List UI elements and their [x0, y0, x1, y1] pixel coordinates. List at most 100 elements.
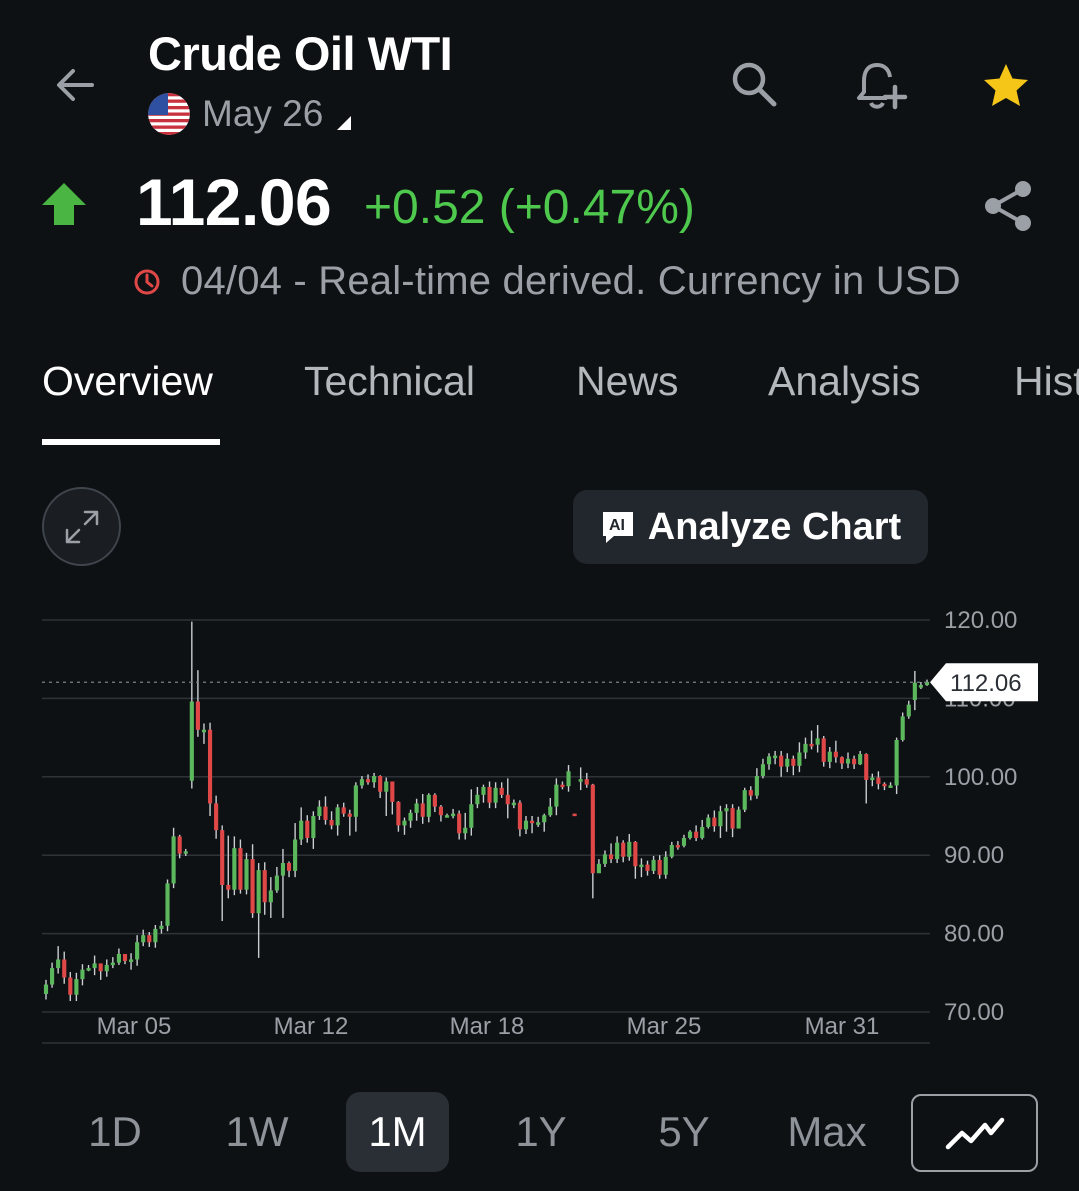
range-1y-button[interactable]: 1Y [496, 1092, 586, 1172]
candle-body [43, 984, 49, 994]
candle [736, 806, 741, 829]
candle [876, 771, 881, 790]
candle [566, 765, 571, 792]
analyze-chart-label: Analyze Chart [647, 505, 902, 548]
candle-body [353, 785, 358, 817]
candle-body [554, 784, 559, 807]
candle [98, 963, 103, 980]
candle-body [323, 806, 328, 820]
candle-body [135, 942, 140, 960]
candle [712, 810, 717, 832]
candle-body [560, 784, 565, 788]
candle-body [773, 755, 778, 759]
candle [207, 722, 213, 816]
search-button[interactable] [728, 58, 780, 110]
range-1d-button[interactable]: 1D [70, 1092, 160, 1172]
candle [584, 772, 589, 788]
candle [511, 799, 516, 809]
candle-body [578, 779, 583, 782]
candle-body [311, 816, 316, 838]
candle [268, 877, 273, 918]
add-alert-button[interactable] [852, 56, 910, 114]
candle [426, 793, 431, 823]
candle-body [663, 856, 668, 875]
range-1m-button[interactable]: 1M [346, 1092, 449, 1172]
tab-technical[interactable]: Technical [304, 358, 475, 405]
candle-body [384, 781, 389, 792]
candle [633, 841, 638, 879]
candle-body [864, 754, 869, 780]
candle [827, 747, 832, 769]
candle-body [220, 830, 225, 885]
candle [675, 841, 680, 850]
candle-body [633, 841, 638, 867]
price-up-arrow-icon [42, 183, 86, 225]
candle [754, 768, 759, 799]
price-chart[interactable]: 120.00110.00100.0090.0080.0070.00 Mar 05… [0, 600, 1079, 1060]
candle [110, 957, 115, 969]
candle [657, 855, 662, 879]
candle-body [432, 794, 437, 807]
favorite-button[interactable] [980, 60, 1032, 112]
analyze-chart-button[interactable]: AI Analyze Chart [573, 490, 928, 564]
range-5y-button[interactable]: 5Y [639, 1092, 729, 1172]
candle [68, 972, 73, 1002]
range-max-button[interactable]: Max [776, 1092, 878, 1172]
candle-body [153, 928, 158, 943]
candle-body [451, 813, 456, 817]
candle-body [396, 801, 401, 826]
share-button[interactable] [978, 176, 1038, 236]
candle [651, 855, 656, 875]
candle-body [74, 979, 79, 995]
candle [499, 782, 504, 798]
candle-body [420, 803, 425, 817]
expand-chart-button[interactable] [42, 487, 121, 566]
candle [451, 808, 456, 819]
candle [341, 802, 346, 817]
tab-historical[interactable]: Hist [1014, 358, 1079, 405]
clock-icon [134, 269, 160, 295]
candle-body [572, 813, 577, 817]
candle-body [803, 743, 808, 753]
tab-overview[interactable]: Overview [42, 358, 213, 405]
candle [742, 787, 747, 813]
section-tabs: Overview Technical News Analysis Hist [0, 352, 1079, 448]
candle [615, 836, 620, 864]
bell-plus-icon [857, 63, 908, 110]
candle-body [918, 685, 923, 688]
candle [536, 816, 541, 827]
candle-body [785, 758, 790, 767]
candle [681, 834, 687, 848]
caret-down-icon [337, 116, 352, 130]
candle-body [754, 776, 759, 796]
candle [220, 825, 225, 922]
candle [785, 753, 790, 773]
candle [372, 772, 377, 788]
tab-analysis[interactable]: Analysis [768, 358, 921, 405]
candle-body [906, 704, 911, 717]
candle [256, 863, 261, 958]
candle [475, 786, 480, 809]
range-1w-button[interactable]: 1W [212, 1092, 302, 1172]
candle-body [566, 771, 571, 787]
ai-chat-icon: AI [602, 512, 633, 543]
candle-body [378, 776, 383, 792]
candle [402, 817, 407, 835]
chart-type-button[interactable] [911, 1094, 1038, 1172]
candle-body [414, 803, 419, 813]
candle-body [402, 820, 407, 826]
back-button[interactable] [50, 58, 100, 112]
us-flag-icon [148, 93, 190, 135]
candle [226, 835, 231, 899]
candle [195, 670, 200, 737]
candle [359, 776, 365, 789]
candle-body [718, 811, 723, 827]
x-axis-labels: Mar 05 Mar 12 Mar 18 Mar 25 Mar 31 [97, 1013, 880, 1040]
candle-body [505, 794, 510, 805]
candle [608, 843, 614, 864]
candle [189, 621, 194, 789]
contract-selector[interactable]: May 26 [148, 90, 353, 138]
tab-news[interactable]: News [576, 358, 679, 405]
candle-body [742, 790, 747, 810]
candle-body [669, 845, 674, 857]
